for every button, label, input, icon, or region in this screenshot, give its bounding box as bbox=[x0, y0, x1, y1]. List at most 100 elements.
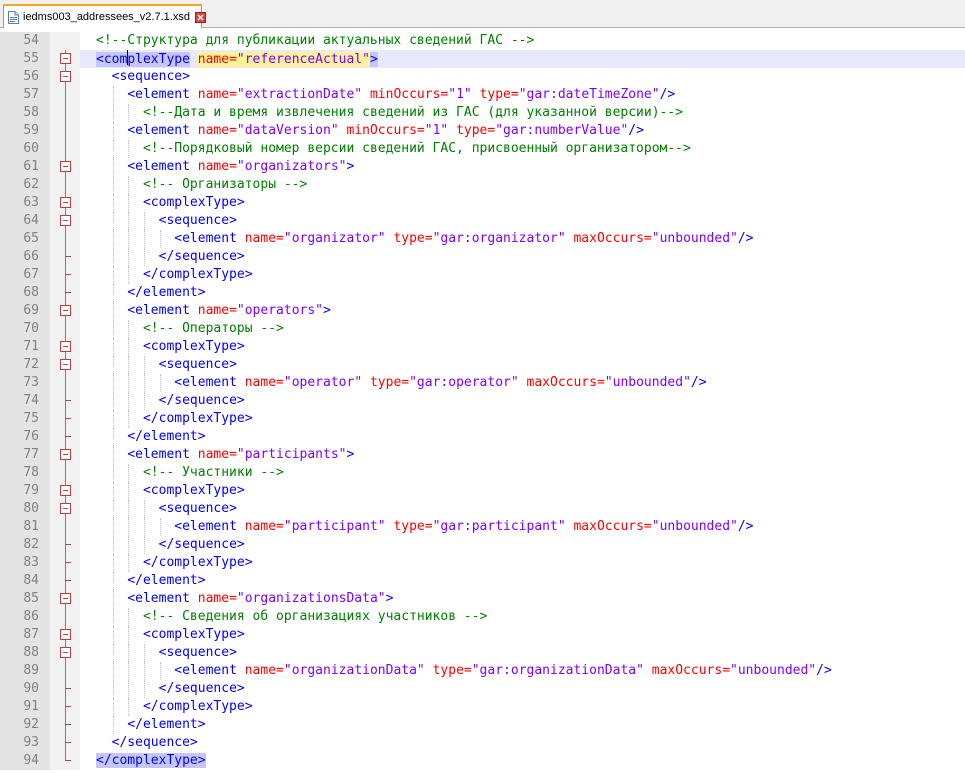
fold-collapse-icon[interactable] bbox=[50, 68, 80, 86]
code-line[interactable]: 86 <!-- Сведения об организациях участни… bbox=[0, 608, 965, 626]
code-text[interactable]: </element> bbox=[80, 284, 206, 302]
code-line[interactable]: 80 <sequence> bbox=[0, 500, 965, 518]
fold-collapse-icon[interactable] bbox=[50, 212, 80, 230]
code-text[interactable]: <!--Порядковый номер версии сведений ГАС… bbox=[80, 140, 691, 158]
code-line[interactable]: 65 <element name="organizator" type="gar… bbox=[0, 230, 965, 248]
code-text[interactable]: <element name="participant" type="gar:pa… bbox=[80, 518, 754, 536]
code-text[interactable]: <sequence> bbox=[80, 212, 237, 230]
code-line[interactable]: 57 <element name="extractionDate" minOcc… bbox=[0, 86, 965, 104]
code-line[interactable]: 90 </sequence> bbox=[0, 680, 965, 698]
code-text[interactable]: <sequence> bbox=[80, 356, 237, 374]
code-line[interactable]: 74 </sequence> bbox=[0, 392, 965, 410]
fold-collapse-icon[interactable] bbox=[50, 626, 80, 644]
code-line[interactable]: 67 </complexType> bbox=[0, 266, 965, 284]
code-line[interactable]: 79 <complexType> bbox=[0, 482, 965, 500]
code-text[interactable]: <element name="participants"> bbox=[80, 446, 354, 464]
code-text[interactable]: <sequence> bbox=[80, 500, 237, 518]
fold-collapse-icon[interactable] bbox=[50, 338, 80, 356]
code-text[interactable]: </sequence> bbox=[80, 734, 198, 752]
code-line[interactable]: 56 <sequence> bbox=[0, 68, 965, 86]
code-text[interactable]: </element> bbox=[80, 716, 206, 734]
code-line[interactable]: 59 <element name="dataVersion" minOccurs… bbox=[0, 122, 965, 140]
code-line[interactable]: 92 </element> bbox=[0, 716, 965, 734]
code-text[interactable]: </complexType> bbox=[80, 266, 253, 284]
tab-file[interactable]: iedms003_addressees_v2.7.1.xsd bbox=[3, 4, 206, 28]
close-icon[interactable] bbox=[194, 11, 206, 23]
code-text[interactable]: <!-- Участники --> bbox=[80, 464, 284, 482]
code-text[interactable]: <element name="operators"> bbox=[80, 302, 331, 320]
code-line[interactable]: 94 </complexType> bbox=[0, 752, 965, 770]
code-line[interactable]: 64 <sequence> bbox=[0, 212, 965, 230]
code-line[interactable]: 63 <complexType> bbox=[0, 194, 965, 212]
code-line[interactable]: 77 <element name="participants"> bbox=[0, 446, 965, 464]
code-line[interactable]: 61 <element name="organizators"> bbox=[0, 158, 965, 176]
code-line[interactable]: 93 </sequence> bbox=[0, 734, 965, 752]
code-text[interactable]: <element name="dataVersion" minOccurs="1… bbox=[80, 122, 644, 140]
code-line[interactable]: 62 <!-- Организаторы --> bbox=[0, 176, 965, 194]
code-text[interactable]: </complexType> bbox=[80, 554, 253, 572]
code-text[interactable]: <!--Структура для публикации актуальных … bbox=[80, 32, 534, 50]
code-line[interactable]: 85 <element name="organizationsData"> bbox=[0, 590, 965, 608]
code-text[interactable]: <complexType> bbox=[80, 194, 245, 212]
code-text[interactable]: <complexType name="referenceActual"> bbox=[80, 50, 378, 68]
fold-collapse-icon[interactable] bbox=[50, 356, 80, 374]
fold-collapse-icon[interactable] bbox=[50, 302, 80, 320]
code-text[interactable]: <!--Дата и время извлечения сведений из … bbox=[80, 104, 683, 122]
code-line[interactable]: 72 <sequence> bbox=[0, 356, 965, 374]
code-text[interactable]: <element name="organizationsData"> bbox=[80, 590, 393, 608]
code-text[interactable]: <sequence> bbox=[80, 68, 190, 86]
fold-collapse-icon[interactable] bbox=[50, 50, 80, 68]
code-text[interactable]: </sequence> bbox=[80, 392, 245, 410]
code-text[interactable]: <sequence> bbox=[80, 644, 237, 662]
code-line[interactable]: 66 </sequence> bbox=[0, 248, 965, 266]
code-text[interactable]: <!-- Сведения об организациях участников… bbox=[80, 608, 487, 626]
fold-collapse-icon[interactable] bbox=[50, 158, 80, 176]
fold-collapse-icon[interactable] bbox=[50, 194, 80, 212]
code-text[interactable]: <complexType> bbox=[80, 338, 245, 356]
code-line[interactable]: 76 </element> bbox=[0, 428, 965, 446]
code-text[interactable]: </element> bbox=[80, 428, 206, 446]
code-text[interactable]: <!-- Операторы --> bbox=[80, 320, 284, 338]
code-text[interactable]: </complexType> bbox=[80, 698, 253, 716]
code-line[interactable]: 81 <element name="participant" type="gar… bbox=[0, 518, 965, 536]
code-line[interactable]: 75 </complexType> bbox=[0, 410, 965, 428]
fold-collapse-icon[interactable] bbox=[50, 644, 80, 662]
code-text[interactable]: <complexType> bbox=[80, 482, 245, 500]
code-line[interactable]: 73 <element name="operator" type="gar:op… bbox=[0, 374, 965, 392]
code-text[interactable]: </complexType> bbox=[80, 752, 206, 770]
code-line[interactable]: 60 <!--Порядковый номер версии сведений … bbox=[0, 140, 965, 158]
code-line[interactable]: 70 <!-- Операторы --> bbox=[0, 320, 965, 338]
code-line[interactable]: 55 <complexType name="referenceActual"> bbox=[0, 50, 965, 68]
code-line[interactable]: 54 <!--Структура для публикации актуальны… bbox=[0, 32, 965, 50]
fold-collapse-icon[interactable] bbox=[50, 482, 80, 500]
code-line[interactable]: 82 </sequence> bbox=[0, 536, 965, 554]
code-text[interactable]: </sequence> bbox=[80, 248, 245, 266]
code-line[interactable]: 88 <sequence> bbox=[0, 644, 965, 662]
code-text[interactable]: <element name="organizators"> bbox=[80, 158, 354, 176]
code-line[interactable]: 78 <!-- Участники --> bbox=[0, 464, 965, 482]
code-text[interactable]: <element name="extractionDate" minOccurs… bbox=[80, 86, 675, 104]
code-text[interactable]: <complexType> bbox=[80, 626, 245, 644]
code-line[interactable]: 87 <complexType> bbox=[0, 626, 965, 644]
code-line[interactable]: 91 </complexType> bbox=[0, 698, 965, 716]
code-text[interactable]: <element name="organizator" type="gar:or… bbox=[80, 230, 754, 248]
code-text[interactable]: <element name="operator" type="gar:opera… bbox=[80, 374, 707, 392]
code-text[interactable]: </sequence> bbox=[80, 536, 245, 554]
code-line[interactable]: 68 </element> bbox=[0, 284, 965, 302]
fold-collapse-icon[interactable] bbox=[50, 590, 80, 608]
code-line[interactable]: 84 </element> bbox=[0, 572, 965, 590]
code-line[interactable]: 71 <complexType> bbox=[0, 338, 965, 356]
fold-collapse-icon[interactable] bbox=[50, 446, 80, 464]
code-text[interactable]: </sequence> bbox=[80, 680, 245, 698]
code-text[interactable]: <element name="organizationData" type="g… bbox=[80, 662, 832, 680]
code-line[interactable]: 89 <element name="organizationData" type… bbox=[0, 662, 965, 680]
fold-collapse-icon[interactable] bbox=[50, 500, 80, 518]
code-line[interactable]: 58 <!--Дата и время извлечения сведений … bbox=[0, 104, 965, 122]
code-text[interactable]: </element> bbox=[80, 572, 206, 590]
code-line[interactable]: 69 <element name="operators"> bbox=[0, 302, 965, 320]
code-line[interactable]: 83 </complexType> bbox=[0, 554, 965, 572]
code-text[interactable]: </complexType> bbox=[80, 410, 253, 428]
code-text[interactable]: <!-- Организаторы --> bbox=[80, 176, 307, 194]
token-com: <!--Порядковый номер версии сведений ГАС… bbox=[142, 141, 691, 156]
code-editor[interactable]: 54 <!--Структура для публикации актуальны… bbox=[0, 28, 965, 773]
